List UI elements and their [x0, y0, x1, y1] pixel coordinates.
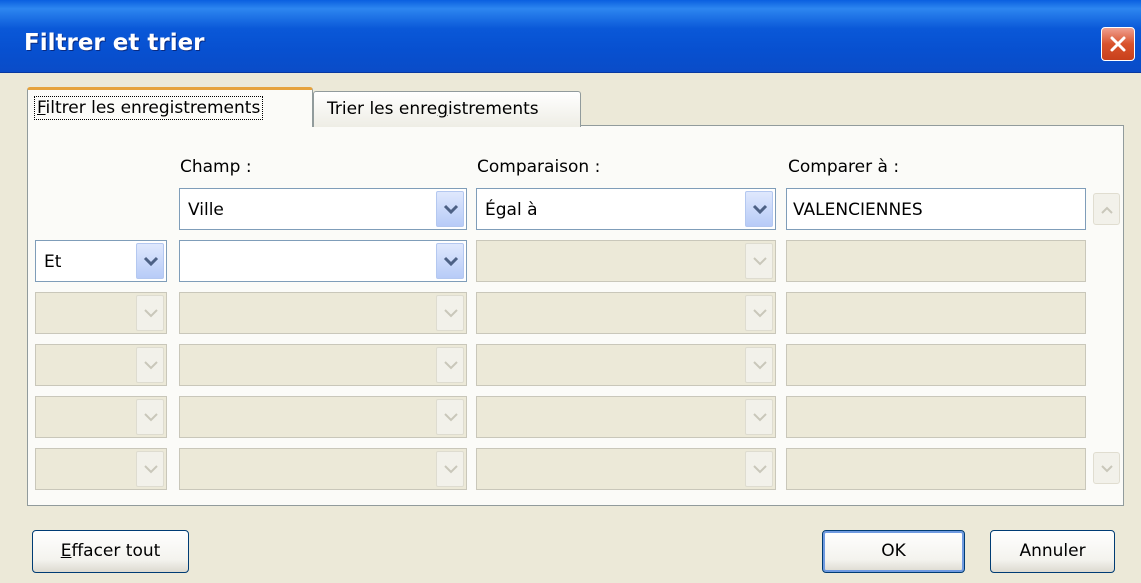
cancel-label: Annuler	[1019, 541, 1086, 561]
conjunction-select	[35, 448, 167, 490]
comparison-dropdown-button	[745, 295, 773, 331]
comparison-dropdown-button[interactable]	[745, 191, 773, 227]
ok-label: OK	[881, 541, 906, 561]
tab-sort-records[interactable]: Trier les enregistrements	[313, 91, 581, 127]
close-icon	[1110, 36, 1126, 52]
cancel-button[interactable]: Annuler	[990, 530, 1115, 573]
field-select	[179, 396, 467, 438]
field-dropdown-button	[436, 451, 464, 487]
title-bar[interactable]: Filtrer et trier	[0, 0, 1141, 73]
compare-value-input[interactable]: VALENCIENNES	[786, 188, 1086, 230]
compare-value-input	[786, 240, 1086, 282]
scroll-up-button[interactable]	[1093, 193, 1120, 225]
conjunction-select	[35, 292, 167, 334]
tab-sort-label: Trier les enregistrements	[327, 99, 539, 119]
ok-button[interactable]: OK	[822, 530, 965, 573]
comparison-select	[476, 292, 776, 334]
chevron-down-icon	[144, 361, 158, 370]
conjunction-select[interactable]: Et	[35, 240, 167, 282]
comparison-dropdown-button	[745, 243, 773, 279]
field-select	[179, 292, 467, 334]
chevron-down-icon	[753, 465, 767, 474]
field-select-value: Ville	[188, 200, 224, 220]
tab-filter-records[interactable]: Filtrer les enregistrements	[27, 87, 313, 127]
field-dropdown-button	[436, 399, 464, 435]
scroll-down-button[interactable]	[1093, 452, 1120, 484]
field-select[interactable]: Ville	[179, 188, 467, 230]
chevron-down-icon	[753, 257, 767, 266]
chevron-down-icon	[443, 256, 459, 267]
tab-filter-label: Filtrer les enregistrements	[34, 96, 264, 120]
field-select[interactable]	[179, 240, 467, 282]
field-dropdown-button[interactable]	[436, 243, 464, 279]
chevron-down-icon	[143, 256, 159, 267]
comparison-select	[476, 448, 776, 490]
chevron-down-icon	[144, 413, 158, 422]
chevron-down-icon	[753, 309, 767, 318]
chevron-down-icon	[753, 361, 767, 370]
chevron-down-icon	[752, 204, 768, 215]
close-button[interactable]	[1101, 27, 1135, 61]
comparison-dropdown-button	[745, 451, 773, 487]
conjunction-dropdown-button[interactable]	[136, 243, 164, 279]
field-dropdown-button	[436, 347, 464, 383]
comparison-select	[476, 396, 776, 438]
conjunction-dropdown-button	[136, 295, 164, 331]
comparison-select[interactable]: Égal à	[476, 188, 776, 230]
scroll-up-icon	[1101, 206, 1113, 214]
chevron-down-icon	[444, 309, 458, 318]
compare-value-input	[786, 396, 1086, 438]
chevron-down-icon	[444, 465, 458, 474]
compare-value-text: VALENCIENNES	[793, 200, 923, 220]
field-dropdown-button	[436, 295, 464, 331]
compare-value-input	[786, 344, 1086, 386]
compare-to-column-header: Comparer à :	[788, 157, 900, 177]
scroll-down-icon	[1101, 465, 1113, 473]
comparison-select	[476, 344, 776, 386]
field-column-header: Champ :	[180, 157, 252, 177]
conjunction-select-value: Et	[44, 252, 62, 272]
chevron-down-icon	[144, 465, 158, 474]
field-select	[179, 344, 467, 386]
field-select	[179, 448, 467, 490]
dialog-title: Filtrer et trier	[24, 30, 205, 56]
comparison-column-header: Comparaison :	[477, 157, 601, 177]
clear-all-button[interactable]: Effacer tout	[32, 530, 189, 573]
comparison-select	[476, 240, 776, 282]
chevron-down-icon	[444, 413, 458, 422]
chevron-down-icon	[144, 309, 158, 318]
chevron-down-icon	[753, 413, 767, 422]
conjunction-dropdown-button	[136, 451, 164, 487]
conjunction-dropdown-button	[136, 399, 164, 435]
conjunction-select	[35, 396, 167, 438]
comparison-dropdown-button	[745, 399, 773, 435]
conjunction-dropdown-button	[136, 347, 164, 383]
chevron-down-icon	[443, 204, 459, 215]
compare-value-input	[786, 448, 1086, 490]
comparison-dropdown-button	[745, 347, 773, 383]
conjunction-select	[35, 344, 167, 386]
comparison-select-value: Égal à	[485, 200, 538, 220]
field-dropdown-button[interactable]	[436, 191, 464, 227]
chevron-down-icon	[444, 361, 458, 370]
clear-all-label: Effacer tout	[60, 541, 161, 561]
compare-value-input	[786, 292, 1086, 334]
filter-sort-dialog: Filtrer et trier Filtrer les enregistrem…	[0, 0, 1141, 583]
